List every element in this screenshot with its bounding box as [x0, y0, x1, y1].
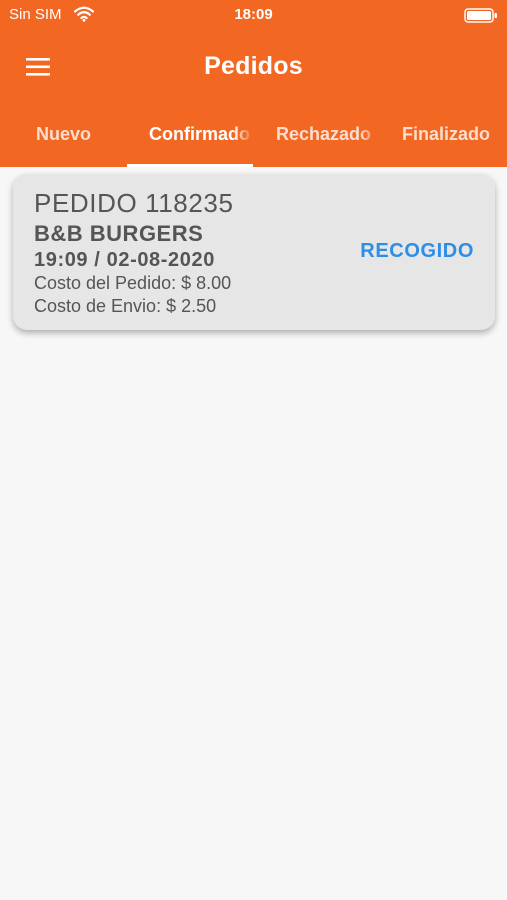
- tab-fade: [360, 122, 380, 148]
- tab-fade: [487, 122, 507, 148]
- tab-nuevo[interactable]: Nuevo: [0, 104, 126, 167]
- tab-finalizado[interactable]: Finalizado: [381, 104, 507, 167]
- toolbar: Pedidos: [0, 30, 507, 104]
- order-cost: Costo del Pedido: $ 8.00: [34, 273, 232, 293]
- order-card[interactable]: PEDIDO 118235 B&B BURGERS 19:09 / 02-08-…: [13, 174, 495, 330]
- tab-label: Finalizado: [402, 124, 491, 144]
- tab-label: Rechazado: [276, 124, 372, 144]
- tab-rechazado[interactable]: Rechazado: [254, 104, 380, 167]
- shipping-cost: Costo de Envio: $ 2.50: [34, 296, 217, 316]
- tab-label: Nuevo: [36, 124, 92, 144]
- tab-indicator: [127, 164, 253, 167]
- battery-icon: [464, 8, 497, 23]
- order-number: PEDIDO 118235: [34, 188, 234, 218]
- status-badge: RECOGIDO: [360, 240, 474, 262]
- restaurant-name: B&B BURGERS: [34, 221, 204, 246]
- status-time: 18:09: [234, 6, 273, 23]
- tab-fade: [233, 122, 253, 148]
- tab-confirmado[interactable]: Confirmado: [127, 104, 253, 167]
- status-bar: Sin SIM 18:09: [0, 0, 507, 30]
- order-datetime: 19:09 / 02-08-2020: [34, 249, 215, 271]
- page-title: Pedidos: [204, 52, 303, 80]
- app-header: Sin SIM 18:09 Pedidos Nuevo Confirmado R…: [0, 0, 507, 167]
- tab-bar: Nuevo Confirmado Rechazado Finalizado: [0, 104, 507, 167]
